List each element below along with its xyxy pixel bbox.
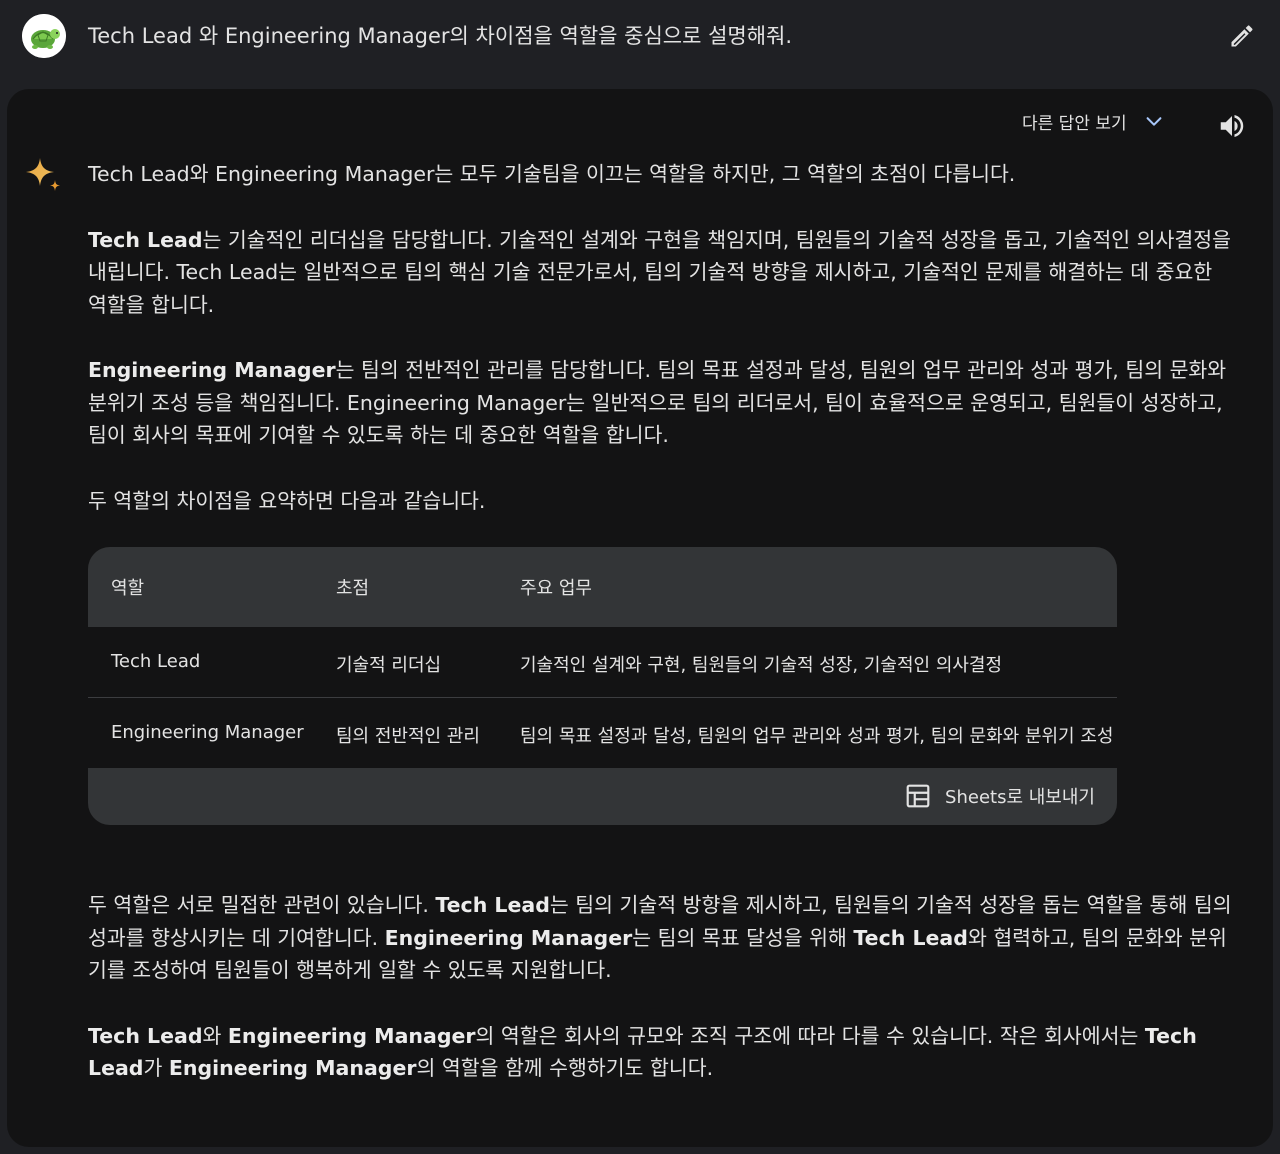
show-drafts-label: 다른 답안 보기	[1022, 113, 1127, 134]
bold-term: Tech Lead	[853, 925, 968, 950]
user-prompt-bar: Tech Lead 와 Engineering Manager의 차이점을 역할…	[0, 0, 1280, 88]
table-header-row: 역할 초점 주요 업무	[88, 547, 1117, 626]
text-run: 가	[143, 1056, 169, 1080]
engineering-manager-paragraph: Engineering Manager는 팀의 전반적인 관리를 담당합니다. …	[88, 354, 1233, 452]
text-run: 두 역할은 서로 밀접한 관련이 있습니다.	[88, 893, 436, 917]
table-cell: Engineering Manager	[111, 722, 304, 743]
export-to-sheets-button[interactable]: Sheets로 내보내기	[905, 783, 1095, 809]
closing-paragraph: Tech Lead와 Engineering Manager의 역할은 회사의 …	[88, 1020, 1233, 1085]
tech-lead-paragraph: Tech Lead는 기술적인 리더십을 담당합니다. 기술적인 설계와 구현을…	[88, 224, 1233, 322]
table-header-cell: 주요 업무	[520, 578, 592, 599]
turtle-avatar-icon	[22, 14, 66, 58]
user-prompt-text: Tech Lead 와 Engineering Manager의 차이점을 역할…	[88, 24, 793, 48]
show-drafts-button[interactable]: 다른 답안 보기	[1022, 104, 1165, 138]
table-cell: 기술적인 설계와 구현, 팀원들의 기술적 성장, 기술적인 의사결정	[520, 655, 1003, 676]
export-to-sheets-label: Sheets로 내보내기	[945, 787, 1095, 808]
comparison-table: 역할 초점 주요 업무 Tech Lead 기술적 리더십 기술적인 설계와 구…	[88, 547, 1117, 825]
response-body-bottom: 두 역할은 서로 밀접한 관련이 있습니다. Tech Lead는 팀의 기술적…	[88, 889, 1233, 1085]
table-row: Engineering Manager 팀의 전반적인 관리 팀의 목표 설정과…	[88, 698, 1117, 768]
table-cell: 팀의 전반적인 관리	[336, 726, 480, 747]
table-cell: 팀의 목표 설정과 달성, 팀원의 업무 관리와 성과 평가, 팀의 문화와 분…	[520, 726, 1114, 747]
relation-paragraph: 두 역할은 서로 밀접한 관련이 있습니다. Tech Lead는 팀의 기술적…	[88, 889, 1233, 987]
table-row: Tech Lead 기술적 리더십 기술적인 설계와 구현, 팀원들의 기술적 …	[88, 627, 1117, 698]
response-body-top: Tech Lead와 Engineering Manager는 모두 기술팀을 …	[88, 158, 1233, 517]
summary-intro: 두 역할의 차이점을 요약하면 다음과 같습니다.	[88, 488, 486, 513]
table-cell: 기술적 리더십	[336, 655, 442, 676]
tech-lead-description: 는 기술적인 리더십을 담당합니다. 기술적인 설계와 구현을 책임지며, 팀원…	[88, 227, 1231, 317]
text-run: 의 역할은 회사의 규모와 조직 구조에 따라 다를 수 있습니다. 작은 회사…	[475, 1023, 1145, 1048]
chevron-down-icon	[1143, 110, 1165, 132]
table-header-cell: 역할	[111, 578, 145, 599]
read-aloud-button[interactable]	[1214, 108, 1250, 144]
gemini-sparkle-icon	[24, 156, 64, 196]
pencil-icon	[1231, 25, 1253, 47]
bold-term: Tech Lead	[88, 1023, 203, 1048]
text-run: 는 팀의 목표 달성을 위해	[632, 925, 854, 950]
bold-term: Engineering Manager	[384, 925, 633, 950]
bold-term: Engineering Manager	[227, 1023, 476, 1048]
table-icon	[906, 784, 930, 808]
table-cell: Tech Lead	[111, 651, 201, 672]
edit-prompt-button[interactable]	[1224, 18, 1260, 54]
speaker-icon	[1220, 115, 1244, 137]
intro-paragraph: Tech Lead와 Engineering Manager는 모두 기술팀을 …	[88, 162, 1016, 186]
text-run: 의 역할을 함께 수행하기도 합니다.	[416, 1056, 714, 1080]
bold-term: Tech Lead	[435, 893, 550, 917]
engineering-manager-term: Engineering Manager	[88, 358, 336, 382]
tech-lead-term: Tech Lead	[88, 227, 203, 252]
text-run: 와	[202, 1023, 228, 1048]
table-header-cell: 초점	[336, 578, 370, 599]
bold-term: Engineering Manager	[168, 1056, 417, 1080]
